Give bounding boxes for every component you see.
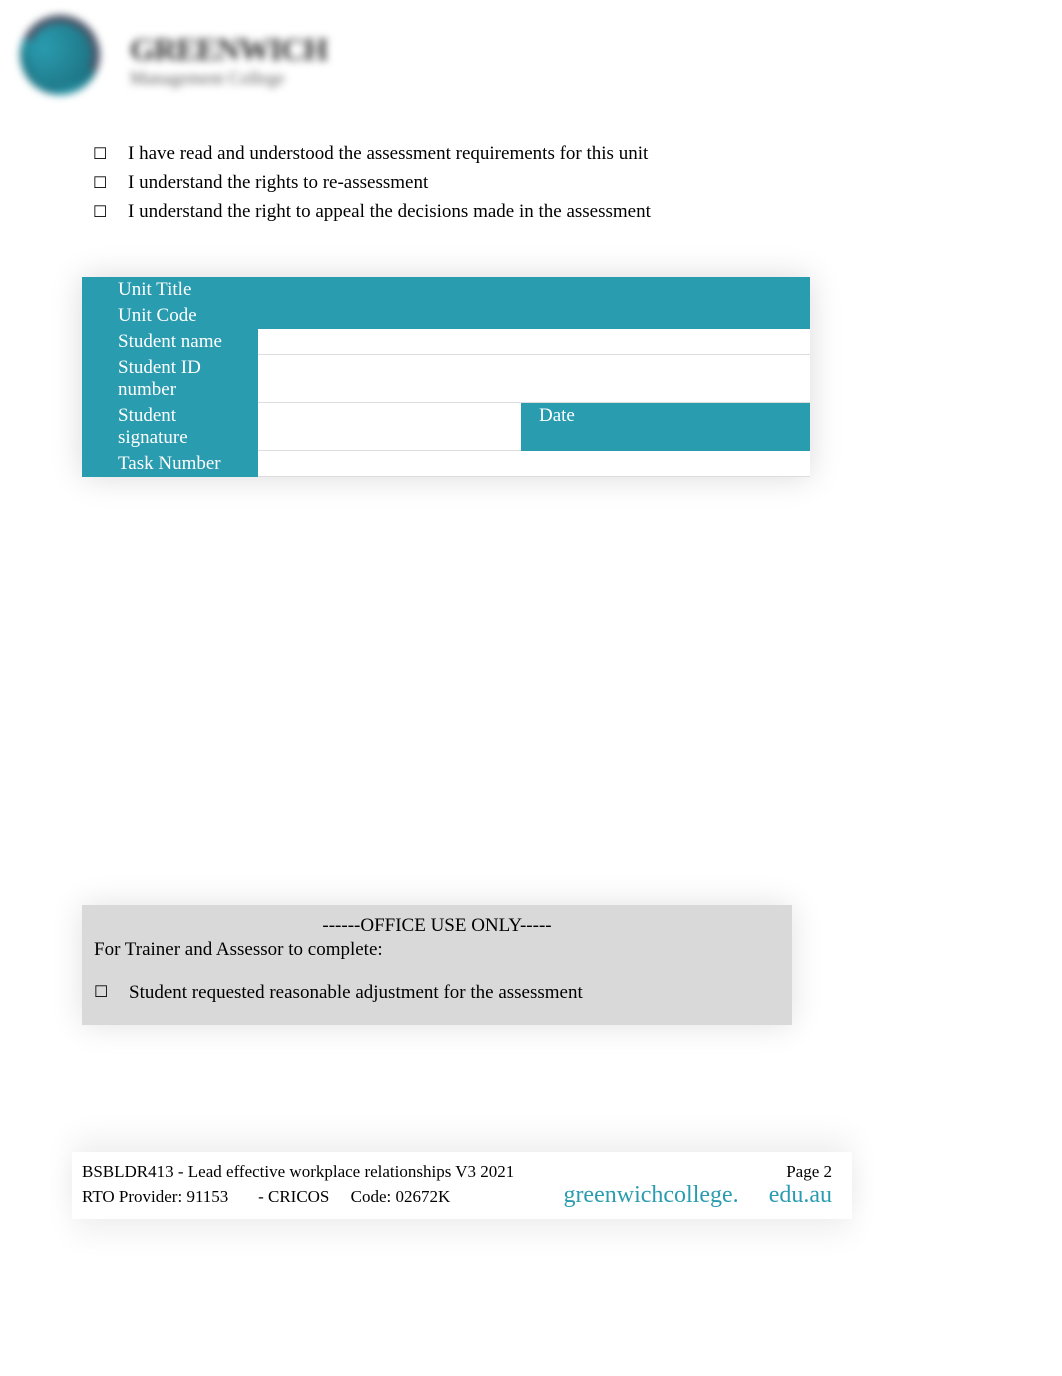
unit-title-label: Unit Title xyxy=(82,277,810,303)
footer-url-part1: greenwichcollege. xyxy=(563,1182,738,1209)
checklist-item: ☐ I understand the rights to re-assessme… xyxy=(93,172,651,196)
checkbox-icon[interactable]: ☐ xyxy=(93,172,128,196)
checkbox-icon[interactable]: ☐ xyxy=(93,143,128,167)
office-use-section: ------OFFICE USE ONLY----- For Trainer a… xyxy=(82,905,792,1025)
student-name-label: Student name xyxy=(82,329,258,355)
footer-cricos-code: Code: 02672K xyxy=(351,1187,451,1206)
student-name-field[interactable] xyxy=(258,329,810,355)
student-id-label: Student ID number xyxy=(82,355,258,403)
footer-rto: RTO Provider: 91153 xyxy=(82,1187,228,1206)
checklist-text: I understand the rights to re-assessment xyxy=(128,172,428,194)
footer-url-part2: edu.au xyxy=(769,1182,832,1209)
footer-cricos-sep: - CRICOS xyxy=(258,1187,329,1206)
checklist-item: ☐ I have read and understood the assessm… xyxy=(93,143,651,167)
checklist-text: I have read and understood the assessmen… xyxy=(128,143,648,165)
logo-area: GREENWICH Management College xyxy=(20,15,327,105)
task-number-field[interactable] xyxy=(258,451,521,477)
office-check-text: Student requested reasonable adjustment … xyxy=(129,982,583,1004)
student-signature-field[interactable] xyxy=(258,403,521,451)
logo-text: GREENWICH Management College xyxy=(130,31,327,89)
footer-url: greenwichcollege. edu.au xyxy=(563,1182,832,1209)
office-use-sub: For Trainer and Assessor to complete: xyxy=(94,939,780,961)
logo-main-text: GREENWICH xyxy=(130,31,327,68)
checkbox-icon[interactable]: ☐ xyxy=(93,201,128,225)
declaration-checklist: ☐ I have read and understood the assessm… xyxy=(93,143,651,230)
footer-page-number: Page 2 xyxy=(786,1162,832,1182)
page-footer: BSBLDR413 - Lead effective workplace rel… xyxy=(72,1152,852,1219)
office-use-header: ------OFFICE USE ONLY----- xyxy=(94,915,780,937)
logo-sub-text: Management College xyxy=(130,68,327,89)
student-id-field[interactable] xyxy=(258,355,810,403)
logo-icon xyxy=(20,15,120,105)
checklist-item: ☐ I understand the right to appeal the d… xyxy=(93,201,651,225)
checklist-text: I understand the right to appeal the dec… xyxy=(128,201,651,223)
checkbox-icon[interactable]: ☐ xyxy=(94,981,129,1005)
date-field[interactable] xyxy=(521,451,810,477)
task-number-label: Task Number xyxy=(82,451,258,477)
footer-unit-info: BSBLDR413 - Lead effective workplace rel… xyxy=(82,1162,514,1182)
unit-code-label: Unit Code xyxy=(82,303,810,329)
student-form-table: Unit Title Unit Code Student name Studen… xyxy=(82,277,810,477)
date-label: Date xyxy=(521,403,810,451)
student-signature-label: Student signature xyxy=(82,403,258,451)
footer-rto-info: RTO Provider: 91153 - CRICOS Code: 02672… xyxy=(82,1187,450,1207)
office-check-item: ☐ Student requested reasonable adjustmen… xyxy=(94,981,780,1005)
